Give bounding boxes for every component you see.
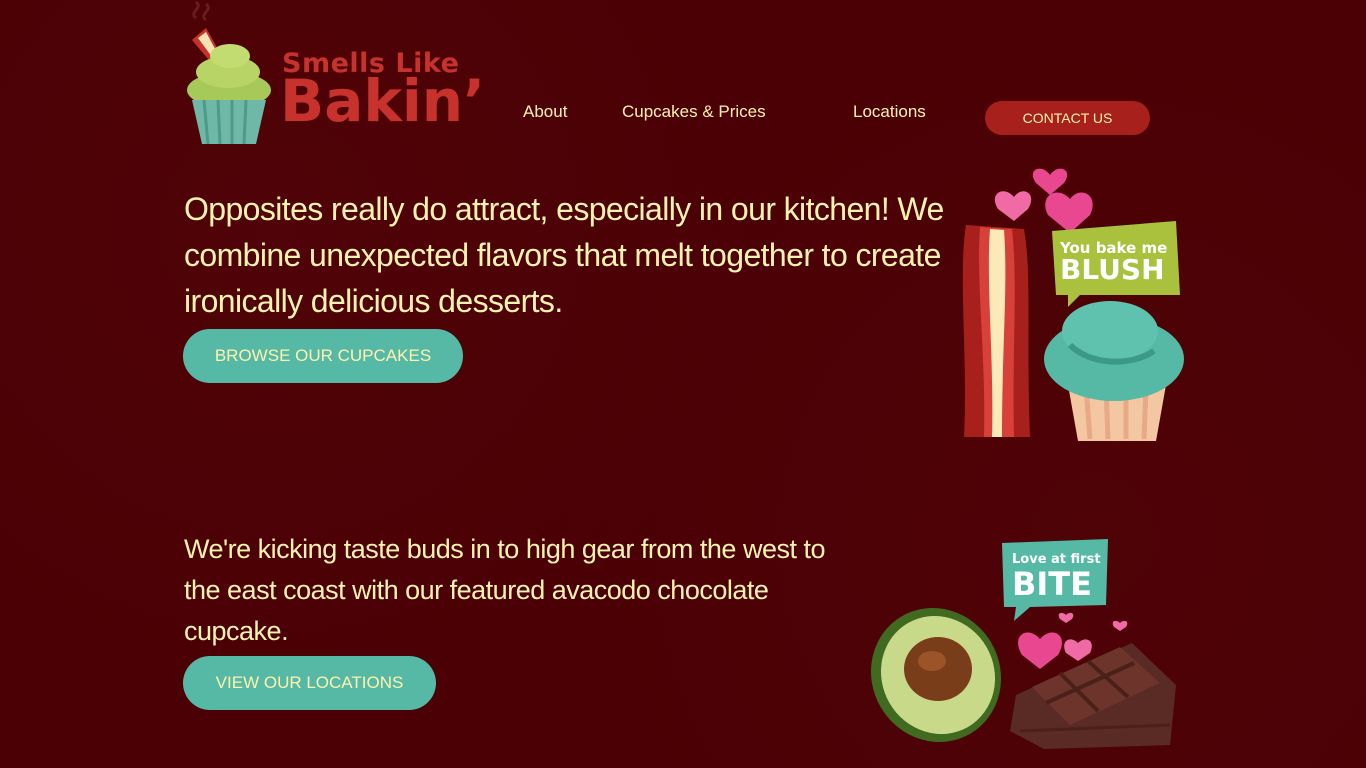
sticker-line2: BLUSH: [1060, 253, 1165, 286]
brand-line2: Bakin’: [280, 67, 486, 135]
heart-icon: [1064, 639, 1092, 661]
heart-icon: [1058, 612, 1074, 623]
sticker2-line2: BITE: [1012, 565, 1092, 603]
avocado-chocolate-illustration: Love at first BITE: [870, 539, 1176, 749]
view-locations-button[interactable]: VIEW OUR LOCATIONS: [183, 656, 436, 710]
nav-cupcakes-prices[interactable]: Cupcakes & Prices: [622, 102, 766, 122]
bacon-cupcake-illustration: You bake me BLUSH: [962, 168, 1184, 441]
intro-text: Opposites really do attract, especially …: [184, 191, 944, 319]
heart-icon: [1112, 620, 1128, 631]
heart-icon: [1045, 192, 1093, 233]
browse-cupcakes-button[interactable]: BROWSE OUR CUPCAKES: [183, 329, 463, 383]
nav-locations[interactable]: Locations: [853, 102, 926, 122]
heart-icon: [1032, 168, 1068, 195]
brand-logo[interactable]: Smells Like Bakin’: [184, 0, 514, 150]
cupcake-bacon-logo-icon: [187, 0, 271, 145]
page: Smells Like Bakin’ About Cupcakes & Pric…: [0, 0, 1366, 768]
contact-us-button[interactable]: CONTACT US: [985, 101, 1150, 135]
featured-text: We're kicking taste buds in to high gear…: [184, 534, 826, 646]
heart-icon: [1018, 632, 1062, 669]
heart-icon: [994, 191, 1032, 221]
nav-about[interactable]: About: [523, 102, 567, 122]
